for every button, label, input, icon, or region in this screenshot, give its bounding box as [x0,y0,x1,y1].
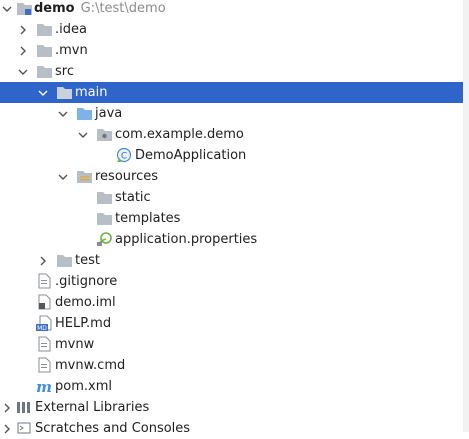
markdown-file-icon: MD [36,315,53,331]
spring-boot-class-icon: C [116,147,133,163]
scratches-icon [16,420,33,436]
tree-item-static[interactable]: static [0,187,463,208]
md-badge: MD [37,325,47,331]
text-file-icon [36,273,53,289]
tree-item-label: mvnw [55,337,95,352]
folder-icon [96,189,113,205]
tree-item-application-properties[interactable]: application.properties [0,229,463,250]
package-icon [96,126,113,142]
tree-item-pom-xml[interactable]: m pom.xml [0,376,463,397]
tree-item-label: mvnw.cmd [55,358,126,373]
folder-icon [56,84,73,100]
tree-item-label: java [95,106,123,121]
source-folder-icon [76,105,93,121]
chevron-down-icon[interactable] [2,4,12,14]
spring-properties-icon [96,231,113,247]
tree-item-external-libraries[interactable]: External Libraries [0,397,463,418]
vertical-scrollbar[interactable] [463,0,469,432]
folder-icon [56,252,73,268]
project-tree: demo G:\test\demo .idea .mvn src main ja… [0,0,469,436]
tree-item-label: pom.xml [55,379,112,394]
tree-item-label: DemoApplication [135,148,247,163]
folder-icon [96,210,113,226]
chevron-right-icon[interactable] [2,424,12,434]
tree-item-scratches[interactable]: Scratches and Consoles [0,418,463,439]
tree-item-demo-iml[interactable]: demo.iml [0,292,463,313]
folder-icon [36,63,53,79]
chevron-down-icon[interactable] [18,67,28,77]
maven-icon: m [36,378,53,394]
tree-item-label: resources [95,169,159,184]
svg-text:C: C [121,152,127,162]
tree-item-label: .idea [55,22,87,37]
tree-item-label: HELP.md [55,316,112,331]
maven-badge: m [36,378,52,394]
folder-icon [36,42,53,58]
chevron-down-icon[interactable] [78,130,88,140]
chevron-down-icon[interactable] [58,172,68,182]
text-file-icon [36,336,53,352]
tree-item-demo-application[interactable]: C DemoApplication [0,145,463,166]
tree-item-main[interactable]: main [0,82,463,103]
tree-item-label: com.example.demo [115,127,244,142]
tree-item-label: demo [34,1,75,16]
tree-item-mvn[interactable]: .mvn [0,40,463,61]
tree-item-mvnw[interactable]: mvnw [0,334,463,355]
tree-item-idea[interactable]: .idea [0,19,463,40]
module-file-icon [36,294,53,310]
tree-item-label: demo.iml [55,295,116,310]
tree-item-label: test [75,253,100,268]
tree-item-label: src [55,64,74,79]
module-folder-icon [16,0,33,16]
tree-item-label: .gitignore [55,274,118,289]
chevron-right-icon[interactable] [38,256,48,266]
tree-item-label: static [115,190,151,205]
tree-item-help-md[interactable]: MD HELP.md [0,313,463,334]
chevron-right-icon[interactable] [18,46,28,56]
chevron-right-icon[interactable] [18,25,28,35]
tree-item-resources[interactable]: resources [0,166,463,187]
tree-item-demo[interactable]: demo G:\test\demo [0,0,463,19]
tree-item-label: .mvn [55,43,88,58]
chevron-down-icon[interactable] [58,109,68,119]
project-path: G:\test\demo [80,1,166,16]
chevron-down-icon[interactable] [38,88,48,98]
tree-item-test[interactable]: test [0,250,463,271]
tree-item-java[interactable]: java [0,103,463,124]
tree-item-package[interactable]: com.example.demo [0,124,463,145]
tree-item-label: External Libraries [35,400,150,415]
tree-item-label: main [75,85,108,100]
resources-folder-icon [76,168,93,184]
tree-item-label: application.properties [115,232,258,247]
tree-item-src[interactable]: src [0,61,463,82]
tree-item-label: Scratches and Consoles [35,421,191,436]
chevron-right-icon[interactable] [2,403,12,413]
tree-item-mvnw-cmd[interactable]: mvnw.cmd [0,355,463,376]
tree-item-templates[interactable]: templates [0,208,463,229]
tree-item-gitignore[interactable]: .gitignore [0,271,463,292]
libraries-icon [16,399,33,415]
tree-item-label: templates [115,211,181,226]
folder-icon [36,21,53,37]
text-file-icon [36,357,53,373]
